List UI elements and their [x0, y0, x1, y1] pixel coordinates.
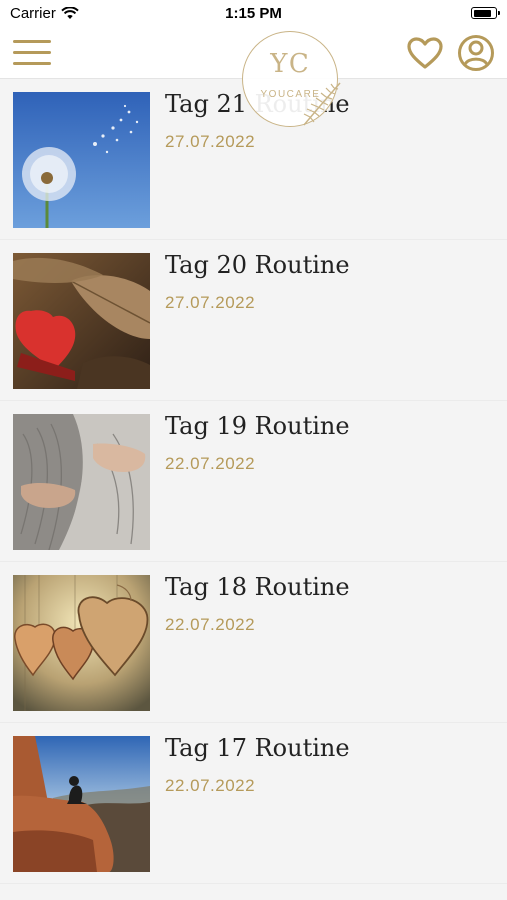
- meditation-canyon-image: [13, 736, 150, 872]
- routine-date: 22.07.2022: [165, 454, 256, 473]
- routine-item[interactable]: Tag 20 Routine 27.07.2022: [0, 240, 507, 401]
- routine-item[interactable]: Tag 17 Routine 22.07.2022: [0, 723, 507, 884]
- battery-icon: [471, 7, 500, 19]
- red-heart-leaves-image: [13, 253, 150, 389]
- favorites-button[interactable]: [405, 34, 445, 74]
- routine-date: 22.07.2022: [165, 615, 256, 634]
- routine-date: 27.07.2022: [165, 132, 256, 151]
- routine-title: Tag 19 Routine: [165, 412, 350, 440]
- logo-monogram: YC: [270, 49, 311, 79]
- routine-title: Tag 20 Routine: [165, 251, 350, 279]
- app-header: YC YOUCARE: [0, 28, 507, 127]
- routine-item[interactable]: Tag 18 Routine 22.07.2022: [0, 562, 507, 723]
- menu-icon-bar: [13, 62, 51, 65]
- routine-date: 27.07.2022: [165, 293, 256, 312]
- menu-button[interactable]: [13, 40, 51, 68]
- routine-date: 22.07.2022: [165, 776, 256, 795]
- routine-item[interactable]: Tag 19 Routine 22.07.2022: [0, 401, 507, 562]
- profile-button[interactable]: [456, 33, 496, 73]
- routine-list: Tag 21 Routine 27.07.2022 Tag 20 Routine…: [0, 79, 507, 884]
- wooden-hearts-image: [13, 575, 150, 711]
- battery-fill: [473, 9, 491, 17]
- menu-icon-bar: [13, 40, 51, 43]
- knit-blanket-hug-image: [13, 414, 150, 550]
- user-circle-icon: [458, 35, 494, 71]
- dandelion-sky-image: [13, 92, 150, 228]
- routine-title: Tag 17 Routine: [165, 734, 350, 762]
- leaf-icon: [303, 82, 341, 126]
- status-bar: Carrier 1:15 PM: [0, 0, 507, 28]
- routine-title: Tag 18 Routine: [165, 573, 350, 601]
- youcare-logo: YC YOUCARE: [242, 31, 342, 131]
- status-time: 1:15 PM: [225, 5, 282, 22]
- heart-icon: [407, 37, 443, 69]
- menu-icon-bar: [13, 51, 51, 54]
